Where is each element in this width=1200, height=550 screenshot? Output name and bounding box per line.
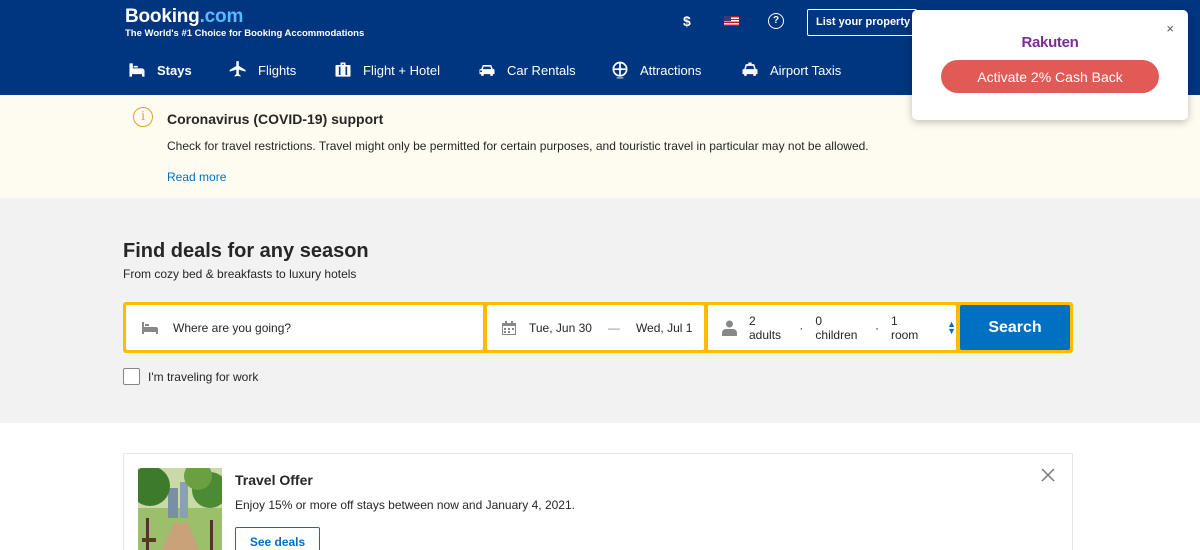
guest-separator: ·: [799, 320, 804, 335]
info-icon: i: [133, 107, 153, 127]
see-deals-button[interactable]: See deals: [235, 527, 320, 550]
activate-cashback-button[interactable]: Activate 2% Cash Back: [941, 60, 1159, 93]
calendar-icon: [501, 320, 517, 336]
person-icon: [722, 320, 737, 336]
logo-main-text: Booking: [125, 6, 200, 27]
covid-title: Coronavirus (COVID-19) support: [167, 111, 384, 127]
checkout-date: Wed, Jul 1: [635, 320, 693, 335]
park-image: [138, 468, 222, 550]
work-travel-checkbox[interactable]: [123, 368, 140, 385]
guests-selector[interactable]: 2 adults · 0 children · 1 room ▲ ▼: [708, 305, 956, 350]
search-bar: Where are you going? Tue, Jun 30 — Wed, …: [123, 302, 1073, 353]
ferris-wheel-icon: [612, 61, 628, 79]
chevron-updown-icon: ▲ ▼: [947, 318, 957, 336]
covid-text: Check for travel restrictions. Travel mi…: [167, 139, 869, 153]
nav-label-stays: Stays: [157, 62, 192, 78]
nav-item-car-rentals[interactable]: Car Rentals: [477, 56, 576, 84]
travel-offer-card: Travel Offer Enjoy 15% or more off stays…: [123, 453, 1073, 550]
offer-title: Travel Offer: [235, 472, 313, 488]
booking-logo[interactable]: Booking.com: [125, 6, 243, 28]
destination-input[interactable]: Where are you going?: [126, 305, 483, 350]
date-picker[interactable]: Tue, Jun 30 — Wed, Jul 1: [487, 305, 704, 350]
tagline: The World's #1 Choice for Booking Accomm…: [125, 28, 365, 39]
nav-item-stays[interactable]: Stays: [127, 56, 192, 84]
search-button[interactable]: Search: [960, 305, 1070, 350]
close-icon[interactable]: ×: [1166, 21, 1174, 36]
work-travel-option[interactable]: I'm traveling for work: [123, 368, 258, 385]
car-icon: [479, 65, 495, 76]
search-section: Find deals for any season From cozy bed …: [0, 198, 1200, 423]
nav-label-airport-taxis: Airport Taxis: [770, 62, 842, 78]
nav-label-flights: Flights: [258, 62, 297, 78]
nav-item-flights[interactable]: Flights: [228, 56, 296, 84]
search-subtitle: From cozy bed & breakfasts to luxury hot…: [123, 267, 357, 281]
destination-placeholder: Where are you going?: [173, 320, 292, 335]
checkin-date: Tue, Jun 30: [529, 320, 592, 335]
offer-text: Enjoy 15% or more off stays between now …: [235, 498, 575, 512]
children-count: 0 children: [815, 313, 858, 342]
logo-suffix-text: .com: [199, 6, 244, 27]
nav-label-car-rentals: Car Rentals: [507, 62, 576, 78]
currency-selector[interactable]: $: [683, 13, 691, 29]
bed-icon: [141, 321, 159, 335]
nav-item-attractions[interactable]: Attractions: [610, 56, 701, 84]
search-title: Find deals for any season: [123, 240, 369, 262]
rakuten-popup: Rakuten × Activate 2% Cash Back: [912, 10, 1188, 120]
us-flag-icon[interactable]: [724, 16, 739, 26]
rakuten-logo: Rakuten: [1021, 34, 1079, 51]
list-property-button[interactable]: List your property: [807, 9, 917, 36]
bed-icon: [129, 63, 145, 77]
plane-icon: [229, 60, 246, 77]
work-travel-label: I'm traveling for work: [148, 369, 259, 384]
rooms-count: 1 room: [890, 313, 919, 342]
nav-label-attractions: Attractions: [640, 62, 702, 78]
taxi-icon: [742, 62, 758, 76]
nav-item-airport-taxis[interactable]: Airport Taxis: [740, 56, 841, 84]
read-more-link[interactable]: Read more: [167, 170, 226, 184]
suitcase-icon: [335, 62, 351, 77]
guest-separator: ·: [874, 320, 879, 335]
close-icon[interactable]: [1040, 467, 1056, 483]
nav-item-flight-hotel[interactable]: Flight + Hotel: [333, 56, 440, 84]
nav-label-flight-hotel: Flight + Hotel: [363, 62, 440, 78]
date-separator: —: [607, 320, 620, 335]
help-icon[interactable]: ?: [768, 13, 784, 29]
adults-count: 2 adults: [749, 313, 782, 342]
